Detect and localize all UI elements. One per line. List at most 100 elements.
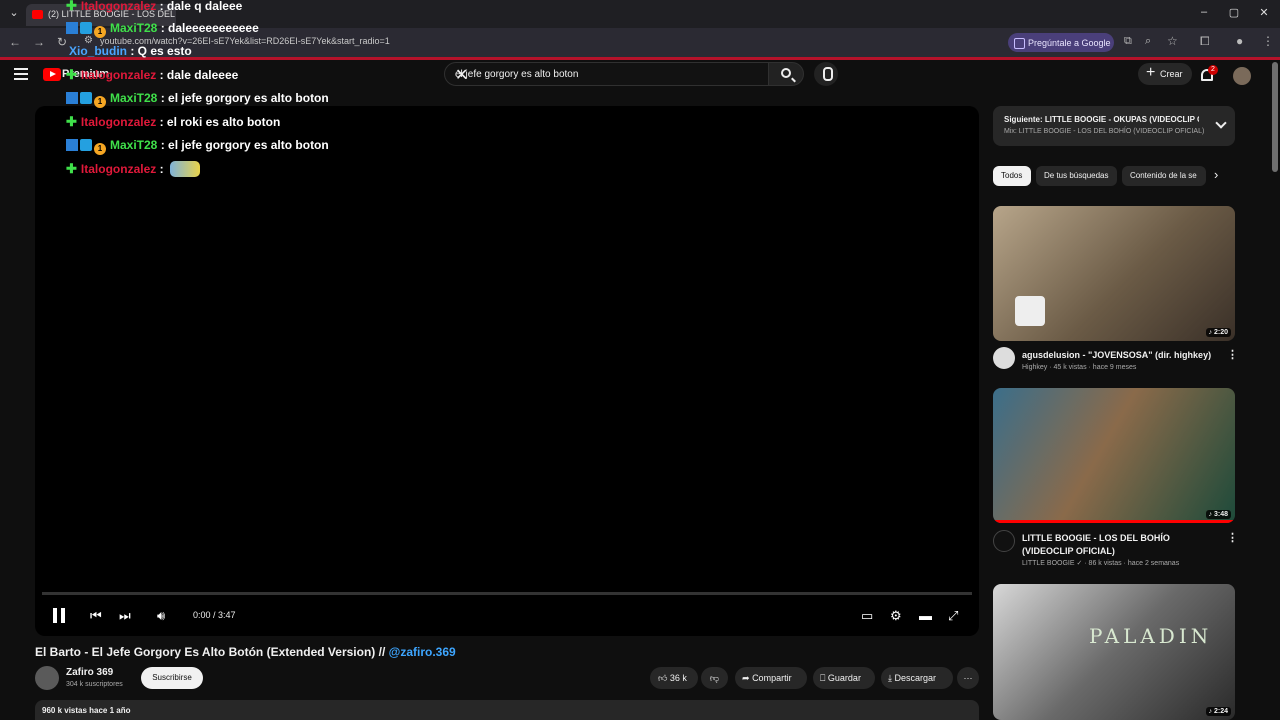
channel-name[interactable]: Zafiro 369 [66, 667, 113, 678]
dislike-button[interactable]: 👎︎ [701, 667, 728, 689]
save-button[interactable]: ⎕ Guardar [813, 667, 875, 689]
subtitles-icon[interactable]: ▭ [861, 608, 873, 624]
video-progress-bar[interactable] [42, 592, 972, 595]
settings-gear-icon[interactable]: ⚙ [890, 608, 902, 624]
chat-message: 1 MaxiT28 : el jefe gorgory es alto boton [66, 91, 329, 108]
tab-list-icon[interactable]: ⌄ [4, 6, 24, 19]
fullscreen-icon[interactable]: ⤢ [948, 608, 958, 624]
search-input[interactable]: el jefe gorgory es alto boton ✕ [444, 62, 770, 86]
clear-search-icon[interactable]: ✕ [455, 65, 761, 85]
up-next-panel[interactable]: Siguiente: LITTLE BOOGIE - OKUPAS (VIDEO… [993, 106, 1235, 146]
thumbnail-text: PALADIN [1089, 624, 1213, 648]
video-time: 0:00 / 3:47 [193, 610, 236, 620]
channel-mention-link[interactable]: @zafiro.369 [389, 645, 456, 659]
download-icon: ⤓ [888, 673, 892, 683]
create-button[interactable]: Crear [1138, 63, 1192, 85]
chat-text: : dale daleeee [159, 68, 239, 82]
chat-username: Xio_budin [69, 44, 127, 58]
emote-icon [169, 161, 200, 177]
plus-badge-icon: ✚ [66, 0, 77, 13]
cube-logo-icon [1015, 296, 1045, 326]
plus-badge-icon: ✚ [66, 114, 77, 129]
video-thumbnail[interactable]: ♪ 3:48 [993, 388, 1235, 523]
duration-badge: ♪ 2:20 [1205, 328, 1231, 337]
subscriber-count: 304 k suscriptores [66, 681, 123, 688]
pause-button[interactable] [53, 608, 65, 623]
notifications-badge: 2 [1208, 65, 1218, 75]
previous-icon[interactable]: ⏮ [90, 608, 102, 624]
chip-todos[interactable]: Todos [993, 166, 1031, 186]
theater-mode-icon[interactable]: ▬ [919, 608, 932, 623]
browser-menu-icon[interactable]: ⋮ [1262, 34, 1274, 48]
account-avatar[interactable] [1233, 67, 1251, 85]
voice-search-button[interactable] [814, 62, 838, 86]
ask-google-button[interactable]: Pregúntale a Google [1008, 33, 1114, 52]
save-label: Guardar [827, 673, 861, 683]
youtube-logo-icon[interactable] [43, 68, 61, 81]
channel-avatar[interactable] [993, 530, 1015, 552]
recommended-meta: Highkey · 45 k vistas · hace 9 meses [1022, 364, 1137, 371]
chat-message: 1 MaxiT28 : el jefe gorgory es alto boton [66, 138, 329, 155]
subscribe-button[interactable]: Suscribirse [141, 667, 203, 689]
close-window-icon[interactable]: ✕ [1254, 6, 1274, 19]
minimize-icon[interactable]: – [1194, 6, 1214, 18]
youtube-favicon-icon [32, 10, 43, 19]
chat-message: Xio_budin : Q es esto [69, 44, 192, 58]
chat-message: 1 MaxiT28 : daleeeeeeeeeee [66, 21, 259, 38]
chat-message: ✚ Italogonzalez : dale daleeee [66, 67, 238, 83]
forward-icon[interactable]: → [33, 35, 45, 49]
menu-icon[interactable] [14, 68, 28, 80]
maximize-icon[interactable]: ▢ [1224, 6, 1244, 19]
video-title: El Barto - El Jefe Gorgory Es Alto Botón… [35, 645, 456, 659]
search-button[interactable] [768, 62, 804, 86]
extensions-icon[interactable]: ⧠ [1200, 34, 1210, 49]
chat-username: MaxiT28 [110, 138, 158, 152]
more-options-icon[interactable]: ⋮ [1227, 531, 1238, 544]
video-thumbnail[interactable]: PALADIN ♪ 2:24 [993, 584, 1235, 720]
download-button[interactable]: ⤓ Descargar [881, 667, 953, 689]
up-next-title: Siguiente: LITTLE BOOGIE - OKUPAS (VIDEO… [1004, 115, 1199, 124]
back-icon[interactable]: ← [9, 35, 21, 49]
profile-icon[interactable]: ● [1236, 34, 1243, 48]
more-options-icon[interactable]: ⋮ [1227, 348, 1238, 361]
thumbs-up-icon: 👍︎ [658, 673, 668, 683]
install-icon[interactable]: ⧉ [1124, 35, 1132, 48]
recommended-title[interactable]: agusdelusion - "JOVENSOSA" (dir. highkey… [1022, 349, 1222, 362]
prime-badge-icon [66, 22, 78, 34]
bookmark-icon: ⎕ [820, 673, 826, 683]
video-player[interactable] [35, 106, 979, 636]
channel-avatar[interactable] [993, 347, 1015, 369]
duration-badge: ♪ 3:48 [1205, 510, 1231, 519]
recommended-title[interactable]: LITTLE BOOGIE - LOS DEL BOHÍO (VIDEOCLIP… [1022, 532, 1222, 558]
volume-icon[interactable]: 🔊︎ [157, 608, 165, 624]
chat-text: : dale q daleee [159, 0, 243, 13]
scrollbar[interactable] [1272, 62, 1278, 172]
chat-username: MaxiT28 [110, 21, 158, 35]
video-thumbnail[interactable]: ♪ 2:20 [993, 206, 1235, 341]
chip-contenido[interactable]: Contenido de la se [1122, 166, 1206, 186]
channel-avatar[interactable] [35, 666, 59, 690]
like-button[interactable]: 👍︎ 36 k [650, 667, 698, 689]
chat-username: Italogonzalez [80, 0, 157, 13]
chat-text: : el jefe gorgory es alto boton [160, 138, 329, 152]
chat-username: Italogonzalez [80, 162, 157, 176]
page-load-bar [0, 57, 1280, 60]
chat-username: Italogonzalez [80, 115, 157, 129]
chevron-down-icon[interactable] [1215, 117, 1227, 129]
search-icon [781, 68, 791, 78]
chip-de-tus-busquedas[interactable]: De tus búsquedas [1036, 166, 1117, 186]
tier-badge-icon: 1 [94, 143, 106, 155]
next-icon[interactable]: ⏭ [119, 608, 131, 624]
watched-progress-bar [993, 520, 1235, 523]
bookmark-star-icon[interactable]: ☆ [1167, 34, 1178, 48]
chat-text: : Q es esto [130, 44, 192, 58]
cube-badge-icon [80, 139, 92, 151]
chat-message: ✚ Italogonzalez : el roki es alto boton [66, 114, 280, 130]
share-button[interactable]: ➦ Compartir [735, 667, 807, 689]
zoom-icon[interactable]: ⌕ [1145, 35, 1151, 48]
more-actions-button[interactable]: ··· [957, 667, 979, 689]
video-stats[interactable]: 960 k vistas hace 1 año [35, 700, 979, 720]
chevron-right-icon[interactable]: › [1214, 167, 1218, 182]
prime-badge-icon [66, 92, 78, 104]
duration-badge: ♪ 2:24 [1205, 707, 1231, 716]
